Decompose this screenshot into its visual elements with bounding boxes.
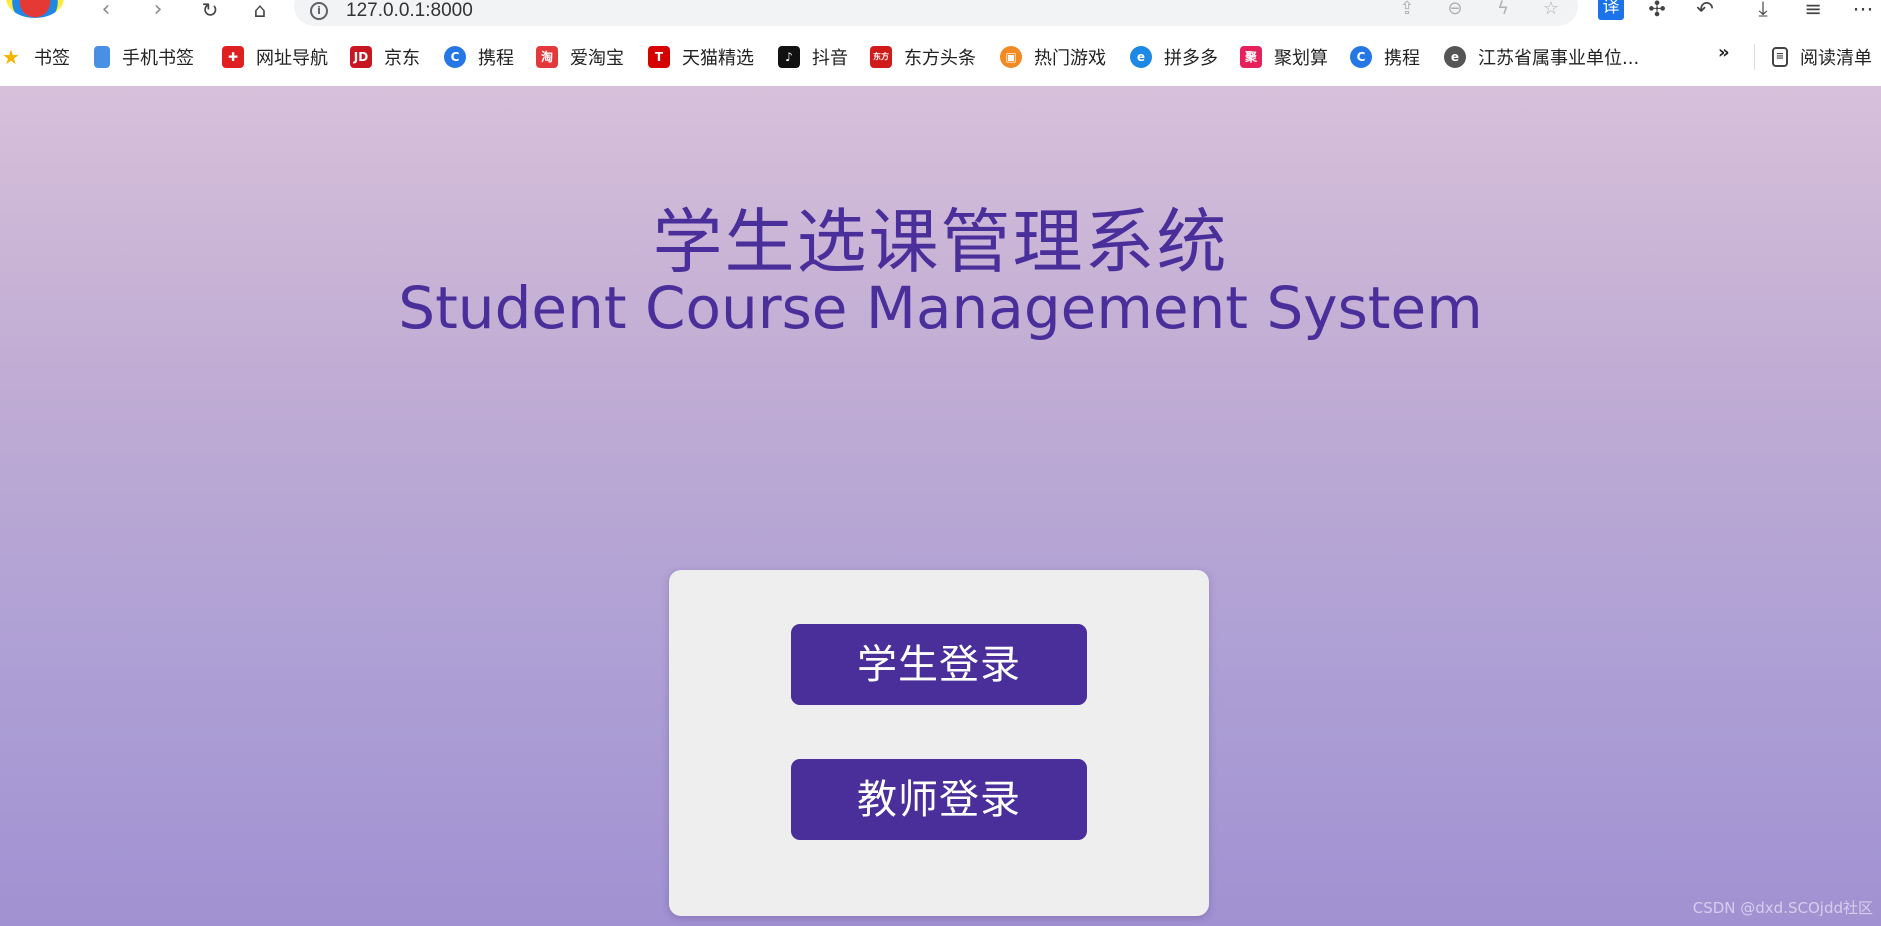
bookmark-label: 携程 — [1384, 48, 1420, 69]
e-icon: e — [1444, 46, 1466, 68]
bookmark-item[interactable]: ▣ 热门游戏 — [1000, 42, 1106, 72]
bookmark-item[interactable]: 手机书签 — [94, 42, 194, 72]
bookmark-label: 爱淘宝 — [570, 48, 624, 69]
address-bar[interactable]: i 127.0.0.1:8000 ⇪ ⊖ ϟ ☆ — [294, 0, 1578, 26]
bookmark-label: 东方头条 — [904, 48, 976, 69]
download-icon[interactable]: ⤓ — [1748, 0, 1778, 22]
taobao-icon: 淘 — [536, 46, 558, 68]
douyin-icon: ♪ — [778, 46, 800, 68]
share-icon[interactable]: ⇪ — [1394, 0, 1420, 20]
phone-icon — [94, 46, 110, 68]
bookmark-label: 聚划算 — [1274, 48, 1328, 69]
nav-icon: ✚ — [222, 46, 244, 68]
forward-icon[interactable]: › — [144, 0, 172, 22]
bookmark-item[interactable]: ✚ 网址导航 — [222, 42, 328, 72]
browser-logo-icon — [6, 0, 64, 18]
page-title-en: Student Course Management System — [398, 274, 1483, 342]
juhuasuan-icon: 聚 — [1240, 46, 1262, 68]
bookmark-item[interactable]: JD 京东 — [350, 42, 420, 72]
home-icon[interactable]: ⌂ — [246, 0, 274, 22]
bookmark-label: 天猫精选 — [682, 48, 754, 69]
bookmarks-bar: ★ 书签 手机书签 ✚ 网址导航 JD 京东 C 携程 淘 爱淘宝 T 天猫精选… — [0, 28, 1881, 86]
tmall-icon: T — [648, 46, 670, 68]
dongfang-icon: 东方 — [870, 46, 892, 68]
reading-list-button[interactable]: ≡ 阅读清单 — [1772, 42, 1872, 72]
bookmark-item[interactable]: 东方 东方头条 — [870, 42, 976, 72]
lightning-icon[interactable]: ϟ — [1490, 0, 1516, 20]
bookmark-label: 携程 — [478, 48, 514, 69]
extensions-icon[interactable]: ✣ — [1642, 0, 1672, 22]
bookmark-item[interactable]: ★ 书签 — [0, 42, 70, 72]
student-login-button[interactable]: 学生登录 — [791, 624, 1087, 705]
reading-list-icon: ≡ — [1772, 47, 1788, 67]
site-info-icon[interactable]: i — [310, 2, 328, 20]
ctrip-icon: C — [444, 46, 466, 68]
ctrip-icon: C — [1350, 46, 1372, 68]
bookmark-label: 京东 — [384, 48, 420, 69]
more-options-icon[interactable]: ⋯ — [1848, 0, 1878, 22]
translate-icon[interactable]: 译 — [1598, 0, 1624, 20]
bookmark-star-icon[interactable]: ☆ — [1538, 0, 1564, 20]
browser-toolbar: ‹ › ↻ ⌂ i 127.0.0.1:8000 ⇪ ⊖ ϟ ☆ 译 ✣ ↶ ⤓… — [0, 0, 1881, 28]
page-title-cn: 学生选课管理系统 — [652, 201, 1229, 283]
bookmark-label: 江苏省属事业单位... — [1478, 48, 1640, 69]
bookmark-item[interactable]: e 拼多多 — [1130, 42, 1218, 72]
bookmark-item[interactable]: 聚 聚划算 — [1240, 42, 1328, 72]
bookmark-label: 拼多多 — [1164, 48, 1218, 69]
back-icon[interactable]: ‹ — [92, 0, 120, 22]
bookmark-item[interactable]: C 携程 — [444, 42, 514, 72]
bookmark-label: 书签 — [34, 48, 70, 69]
bookmark-label: 手机书签 — [122, 48, 194, 69]
bookmarks-overflow-icon[interactable]: » — [1718, 42, 1730, 63]
reload-icon[interactable]: ↻ — [196, 0, 224, 22]
game-icon: ▣ — [1000, 46, 1022, 68]
teacher-login-button[interactable]: 教师登录 — [791, 759, 1087, 840]
pinduoduo-icon: e — [1130, 46, 1152, 68]
page-content: 学生选课管理系统 Student Course Management Syste… — [0, 86, 1881, 926]
bookmark-label: 热门游戏 — [1034, 48, 1106, 69]
watermark: CSDN @dxd.SCOjdd社区 — [1692, 899, 1873, 917]
bookmark-item[interactable]: ♪ 抖音 — [778, 42, 848, 72]
url-text: 127.0.0.1:8000 — [346, 0, 473, 21]
jd-icon: JD — [350, 46, 372, 68]
bookmark-label: 网址导航 — [256, 48, 328, 69]
bookmark-item[interactable]: e 江苏省属事业单位... — [1444, 42, 1639, 72]
bookmark-item[interactable]: T 天猫精选 — [648, 42, 754, 72]
login-card: 学生登录 教师登录 — [669, 570, 1209, 916]
star-icon: ★ — [2, 45, 20, 69]
bookmark-item[interactable]: C 携程 — [1350, 42, 1420, 72]
menu-list-icon[interactable]: ≡ — [1798, 0, 1828, 22]
undo-icon[interactable]: ↶ — [1690, 0, 1720, 22]
bookmark-label: 抖音 — [812, 48, 848, 69]
divider — [1754, 44, 1755, 70]
zoom-out-icon[interactable]: ⊖ — [1442, 0, 1468, 20]
bookmark-item[interactable]: 淘 爱淘宝 — [536, 42, 624, 72]
reading-list-label: 阅读清单 — [1800, 48, 1872, 69]
